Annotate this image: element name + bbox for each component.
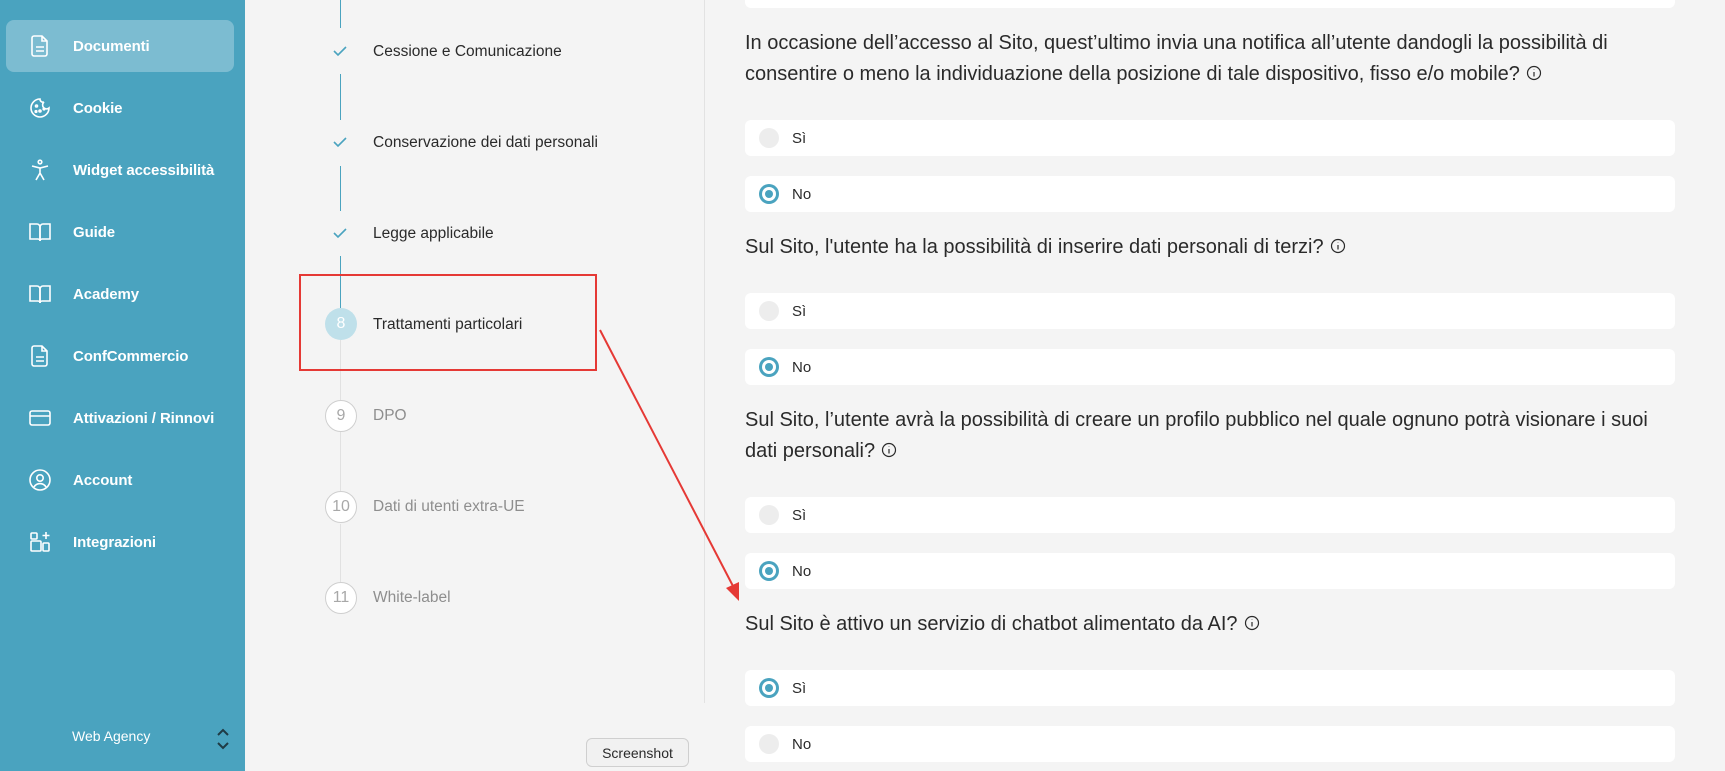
step-label: Conservazione dei dati personali [373,134,598,151]
option-yes[interactable]: Sì [745,293,1675,329]
step-label: DPO [373,407,407,424]
sidebar-item-label: Integrazioni [73,533,156,551]
option-label: Sì [792,302,807,320]
radio-button-selected[interactable] [759,678,779,698]
chevron-up-down-icon[interactable] [215,726,231,752]
radio-button[interactable] [759,505,779,525]
sidebar-item-label: Documenti [73,37,150,55]
info-icon[interactable] [881,442,897,458]
check-icon [333,228,347,239]
sidebar-item-documenti[interactable]: Documenti [6,20,234,72]
question-text: Sul Sito è attivo un servizio di chatbot… [745,609,1685,640]
sidebar-item-label: ConfCommercio [73,347,189,365]
grid-plus-icon [30,532,50,552]
step-connector [340,432,341,492]
check-icon [333,137,347,148]
question-label: Sul Sito, l'utente ha la possibilità di … [745,236,1324,258]
sidebar-item-widget-accessibilita[interactable]: Widget accessibilità [6,144,234,196]
annotation-highlight-box [299,274,597,371]
option-no[interactable]: No [745,726,1675,762]
sidebar-item-label: Attivazioni / Rinnovi [73,409,215,427]
step-connector [340,166,341,211]
option-label: No [792,358,812,376]
option-no[interactable]: No [745,176,1675,212]
step-connector [340,0,341,28]
radio-button-selected[interactable] [759,357,779,377]
info-icon[interactable] [1526,65,1542,81]
sidebar-item-integrazioni[interactable]: Integrazioni [6,516,234,568]
question-text: Sul Sito, l'utente ha la possibilità di … [745,232,1685,263]
option-no[interactable]: No [745,553,1675,589]
annotation-arrow [599,329,739,601]
previous-option-card [745,0,1675,8]
step-label: Cessione e Comunicazione [373,43,562,60]
sidebar-item-label: Cookie [73,99,123,117]
option-label: Sì [792,129,807,147]
sidebar-item-cookie[interactable]: Cookie [6,82,234,134]
accessibility-icon [31,159,49,181]
tooltip: Screenshot [586,738,689,767]
info-icon[interactable] [1244,615,1260,631]
sidebar-item-attivazioni-rinnovi[interactable]: Attivazioni / Rinnovi [6,392,234,444]
option-label: Sì [792,506,807,524]
step-number: 11 [325,582,357,614]
organization-name: Web Agency [72,728,151,744]
book-icon [29,223,51,242]
radio-button[interactable] [759,301,779,321]
radio-button[interactable] [759,128,779,148]
option-yes[interactable]: Sì [745,497,1675,533]
sidebar-item-academy[interactable]: Academy [6,268,234,320]
sidebar-item-label: Widget accessibilità [73,161,215,179]
step-connector [340,524,341,584]
radio-button[interactable] [759,734,779,754]
cookie-icon [30,98,50,118]
sidebar: Documenti Cookie Widget accessibilità Gu… [0,0,245,771]
sidebar-item-account[interactable]: Account [6,454,234,506]
credit-card-icon [29,410,51,426]
info-icon[interactable] [1330,238,1346,254]
document-icon [31,345,48,367]
step-number: 10 [325,491,357,523]
sidebar-item-guide[interactable]: Guide [6,206,234,258]
step-label: Legge applicabile [373,225,494,242]
question-text: In occasione dell’accesso al Sito, quest… [745,28,1685,90]
option-label: Sì [792,679,807,697]
stepper-panel [285,0,705,771]
book-icon [29,285,51,304]
option-yes[interactable]: Sì [745,120,1675,156]
step-connector [340,74,341,120]
sidebar-item-label: Guide [73,223,116,241]
question-label: In occasione dell’accesso al Sito, quest… [745,32,1608,85]
sidebar-item-label: Academy [73,285,140,303]
option-label: No [792,185,812,203]
question-text: Sul Sito, l’utente avrà la possibilità d… [745,405,1685,467]
sidebar-item-confcommercio[interactable]: ConfCommercio [6,330,234,382]
option-no[interactable]: No [745,349,1675,385]
step-number: 9 [325,400,357,432]
panel-divider [704,0,705,703]
document-icon [31,35,48,57]
check-icon [333,46,347,57]
step-label: White-label [373,589,451,606]
question-label: Sul Sito è attivo un servizio di chatbot… [745,613,1238,635]
option-yes[interactable]: Sì [745,670,1675,706]
user-icon [29,469,51,491]
radio-button-selected[interactable] [759,561,779,581]
step-label: Dati di utenti extra-UE [373,498,525,515]
option-label: No [792,735,812,753]
option-label: No [792,562,812,580]
sidebar-item-label: Account [73,471,133,489]
radio-button-selected[interactable] [759,184,779,204]
